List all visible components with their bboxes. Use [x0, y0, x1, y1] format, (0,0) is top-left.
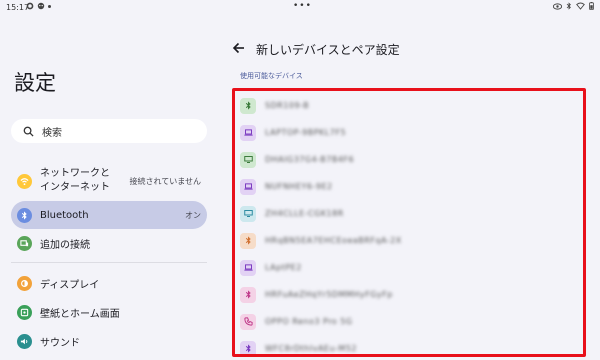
nav-item-sound[interactable]: サウンド	[11, 330, 207, 352]
search-placeholder: 検索	[42, 127, 62, 139]
brightness-icon	[17, 275, 32, 291]
nav-divider	[11, 262, 207, 263]
device-name: WFC8rDthIvAEu-M52	[265, 344, 358, 353]
nav-item-additional-connections[interactable]: 追加の接続	[11, 232, 207, 254]
eye-icon	[553, 2, 562, 10]
device-name: ZH4CLLE-CGK18R	[265, 209, 344, 218]
network-status: 接続されていません	[129, 176, 201, 186]
device-name: LAPTOP-9BPKL7F5	[265, 128, 347, 137]
status-icons-right	[553, 2, 594, 10]
device-row[interactable]: ZH4CLLE-CGK18R	[235, 200, 583, 227]
laptop-icon	[240, 124, 256, 141]
device-name: HRFuAeZHqYr5DMMHyFGyFp	[265, 290, 393, 299]
laptop-icon	[240, 178, 256, 195]
settings-title: 設定	[14, 71, 56, 95]
status-bar: 15:17 •••	[0, 0, 600, 16]
nav-label-network-line2: インターネット	[40, 182, 110, 193]
device-row[interactable]: DHAIG37G4-B7B4F6	[235, 146, 583, 173]
nav-label-network: ネットワークと インターネット	[40, 167, 110, 195]
device-name: LAptPE2	[265, 263, 302, 272]
bluetooth-icon	[17, 207, 32, 223]
nav-item-wallpaper[interactable]: 壁紙とホーム画面	[11, 301, 207, 323]
bluetooth-icon	[240, 97, 256, 114]
nav-label-sound: サウンド	[40, 337, 80, 349]
nav-label-wallpaper: 壁紙とホーム画面	[40, 308, 120, 320]
nav-item-network[interactable]: ネットワークと インターネット 接続されていません	[11, 166, 207, 196]
device-name: SDR109-B	[265, 101, 310, 110]
notification-dot-icon	[48, 4, 51, 8]
monitor-icon	[240, 205, 256, 222]
page-title: 新しいデバイスとペア設定	[256, 43, 400, 57]
nav-label-bluetooth: Bluetooth	[40, 209, 89, 221]
nav-item-display[interactable]: ディスプレイ	[11, 272, 207, 294]
bluetooth-icon	[240, 340, 256, 354]
monitor-icon	[240, 151, 256, 168]
face-icon	[37, 2, 45, 10]
nav-label-display: ディスプレイ	[40, 279, 100, 291]
gear-icon	[26, 2, 34, 10]
wifi-icon	[17, 173, 32, 189]
wifi-icon	[576, 2, 585, 10]
bluetooth-icon	[240, 232, 256, 249]
search-bar[interactable]: 検索	[11, 119, 207, 143]
device-row[interactable]: LAPTOP-9BPKL7F5	[235, 119, 583, 146]
device-row[interactable]: OPPO Reno3 Pro 5G	[235, 308, 583, 335]
nav-label-network-line1: ネットワークと	[40, 168, 110, 179]
volume-icon	[17, 333, 32, 349]
nav-item-bluetooth[interactable]: Bluetooth オン	[11, 201, 207, 229]
device-row[interactable]: HRqBN5EA7EHCEoeaBRFqA-2X	[235, 227, 583, 254]
search-icon	[23, 126, 34, 137]
laptop-icon	[240, 259, 256, 276]
device-row[interactable]: LAptPE2	[235, 254, 583, 281]
device-name: HRqBN5EA7EHCEoeaBRFqA-2X	[265, 236, 402, 245]
device-row[interactable]: SDR109-B	[235, 92, 583, 119]
section-label-available-devices: 使用可能なデバイス	[240, 72, 303, 80]
device-row[interactable]: HRFuAeZHqYr5DMMHyFGyFp	[235, 281, 583, 308]
bluetooth-status: オン	[185, 210, 201, 220]
phone-icon	[240, 313, 256, 330]
status-icons-left	[26, 2, 51, 10]
device-name: DHAIG37G4-B7B4F6	[265, 155, 355, 164]
available-device-list: SDR109-B LAPTOP-9BPKL7F5 DHAIG37G4-B7B4F…	[232, 88, 586, 357]
device-row[interactable]: NUFNHEY6-9E2	[235, 173, 583, 200]
bluetooth-icon	[240, 286, 256, 303]
device-name: OPPO Reno3 Pro 5G	[265, 317, 353, 326]
nav-label-additional-connections: 追加の接続	[40, 239, 90, 251]
battery-icon	[589, 2, 594, 10]
back-arrow-icon[interactable]	[232, 41, 246, 55]
device-name: NUFNHEY6-9E2	[265, 182, 333, 191]
device-row[interactable]: WFC8rDthIvAEu-M52	[235, 335, 583, 354]
palette-icon	[17, 304, 32, 320]
multitask-dots[interactable]: •••	[293, 1, 312, 11]
bluetooth-icon	[566, 2, 571, 10]
devices-icon	[17, 235, 32, 251]
